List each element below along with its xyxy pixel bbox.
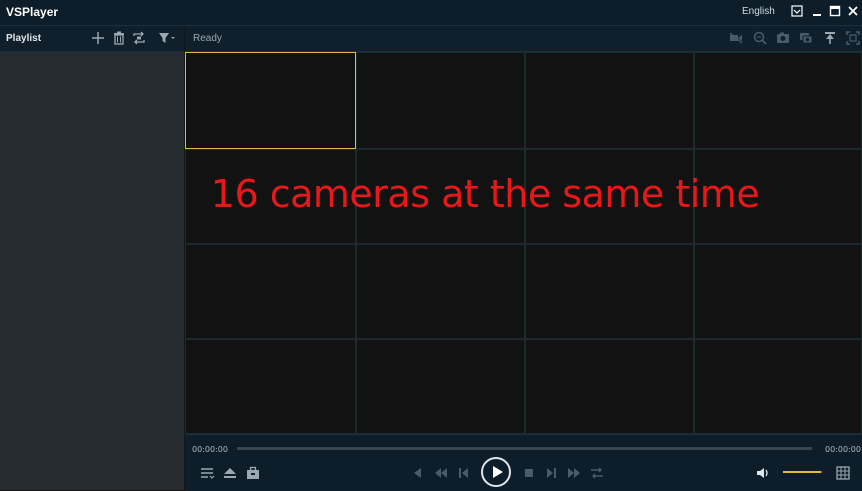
overlay-caption: 16 cameras at the same time <box>210 172 760 216</box>
video-cell-16[interactable] <box>694 339 862 434</box>
menu-icon[interactable] <box>790 4 804 18</box>
eject-icon[interactable] <box>222 465 238 481</box>
stop-icon[interactable] <box>521 465 537 481</box>
volume-level <box>783 471 821 473</box>
step-forward-icon[interactable] <box>543 465 559 481</box>
playlist-header: Playlist <box>0 26 184 52</box>
maximize-icon[interactable] <box>828 4 842 18</box>
video-cell-15[interactable] <box>525 339 694 434</box>
pin-icon[interactable] <box>822 30 838 46</box>
close-icon[interactable] <box>846 4 860 18</box>
rewind-icon[interactable] <box>433 465 449 481</box>
previous-icon[interactable] <box>410 465 426 481</box>
video-cell-9[interactable] <box>185 244 356 339</box>
video-grid: 16 cameras at the same time <box>185 52 862 434</box>
delete-icon[interactable] <box>111 30 127 46</box>
play-button[interactable] <box>481 457 511 487</box>
fast-forward-icon[interactable] <box>566 465 582 481</box>
progress-bar[interactable] <box>237 447 812 450</box>
multi-snapshot-icon[interactable] <box>798 30 814 46</box>
status-text: Ready <box>193 33 222 44</box>
language-selector[interactable]: English <box>742 6 775 17</box>
record-icon[interactable] <box>728 30 744 46</box>
playlist-toggle-icon[interactable] <box>199 465 215 481</box>
volume-slider[interactable] <box>783 471 823 473</box>
step-back-icon[interactable] <box>456 465 472 481</box>
time-total: 00:00:00 <box>825 445 861 454</box>
app-title: VSPlayer <box>6 5 59 19</box>
filter-icon[interactable] <box>157 30 177 46</box>
video-cell-12[interactable] <box>694 244 862 339</box>
video-cell-2[interactable] <box>356 52 525 149</box>
volume-icon[interactable] <box>755 465 771 481</box>
playlist-panel: Playlist <box>0 26 185 490</box>
loop-icon[interactable] <box>131 30 147 46</box>
fullscreen-icon[interactable] <box>845 30 861 46</box>
video-cell-10[interactable] <box>356 244 525 339</box>
sync-icon[interactable] <box>589 465 605 481</box>
time-current: 00:00:00 <box>192 445 228 454</box>
playlist-title: Playlist <box>6 33 42 44</box>
add-icon[interactable] <box>90 30 106 46</box>
video-cell-1[interactable] <box>185 52 356 149</box>
video-cell-11[interactable] <box>525 244 694 339</box>
snapshot-icon[interactable] <box>775 30 791 46</box>
toolbox-icon[interactable] <box>245 465 261 481</box>
video-toolbar: Ready <box>185 26 862 52</box>
video-cell-4[interactable] <box>694 52 862 149</box>
play-icon <box>493 466 503 478</box>
minimize-icon[interactable] <box>810 4 824 18</box>
title-bar: VSPlayer English <box>0 0 862 26</box>
video-cell-3[interactable] <box>525 52 694 149</box>
zoom-icon[interactable] <box>752 30 768 46</box>
video-cell-14[interactable] <box>356 339 525 434</box>
playback-bar: 00:00:00 00:00:00 <box>185 434 862 491</box>
video-cell-13[interactable] <box>185 339 356 434</box>
grid-layout-icon[interactable] <box>835 465 851 481</box>
